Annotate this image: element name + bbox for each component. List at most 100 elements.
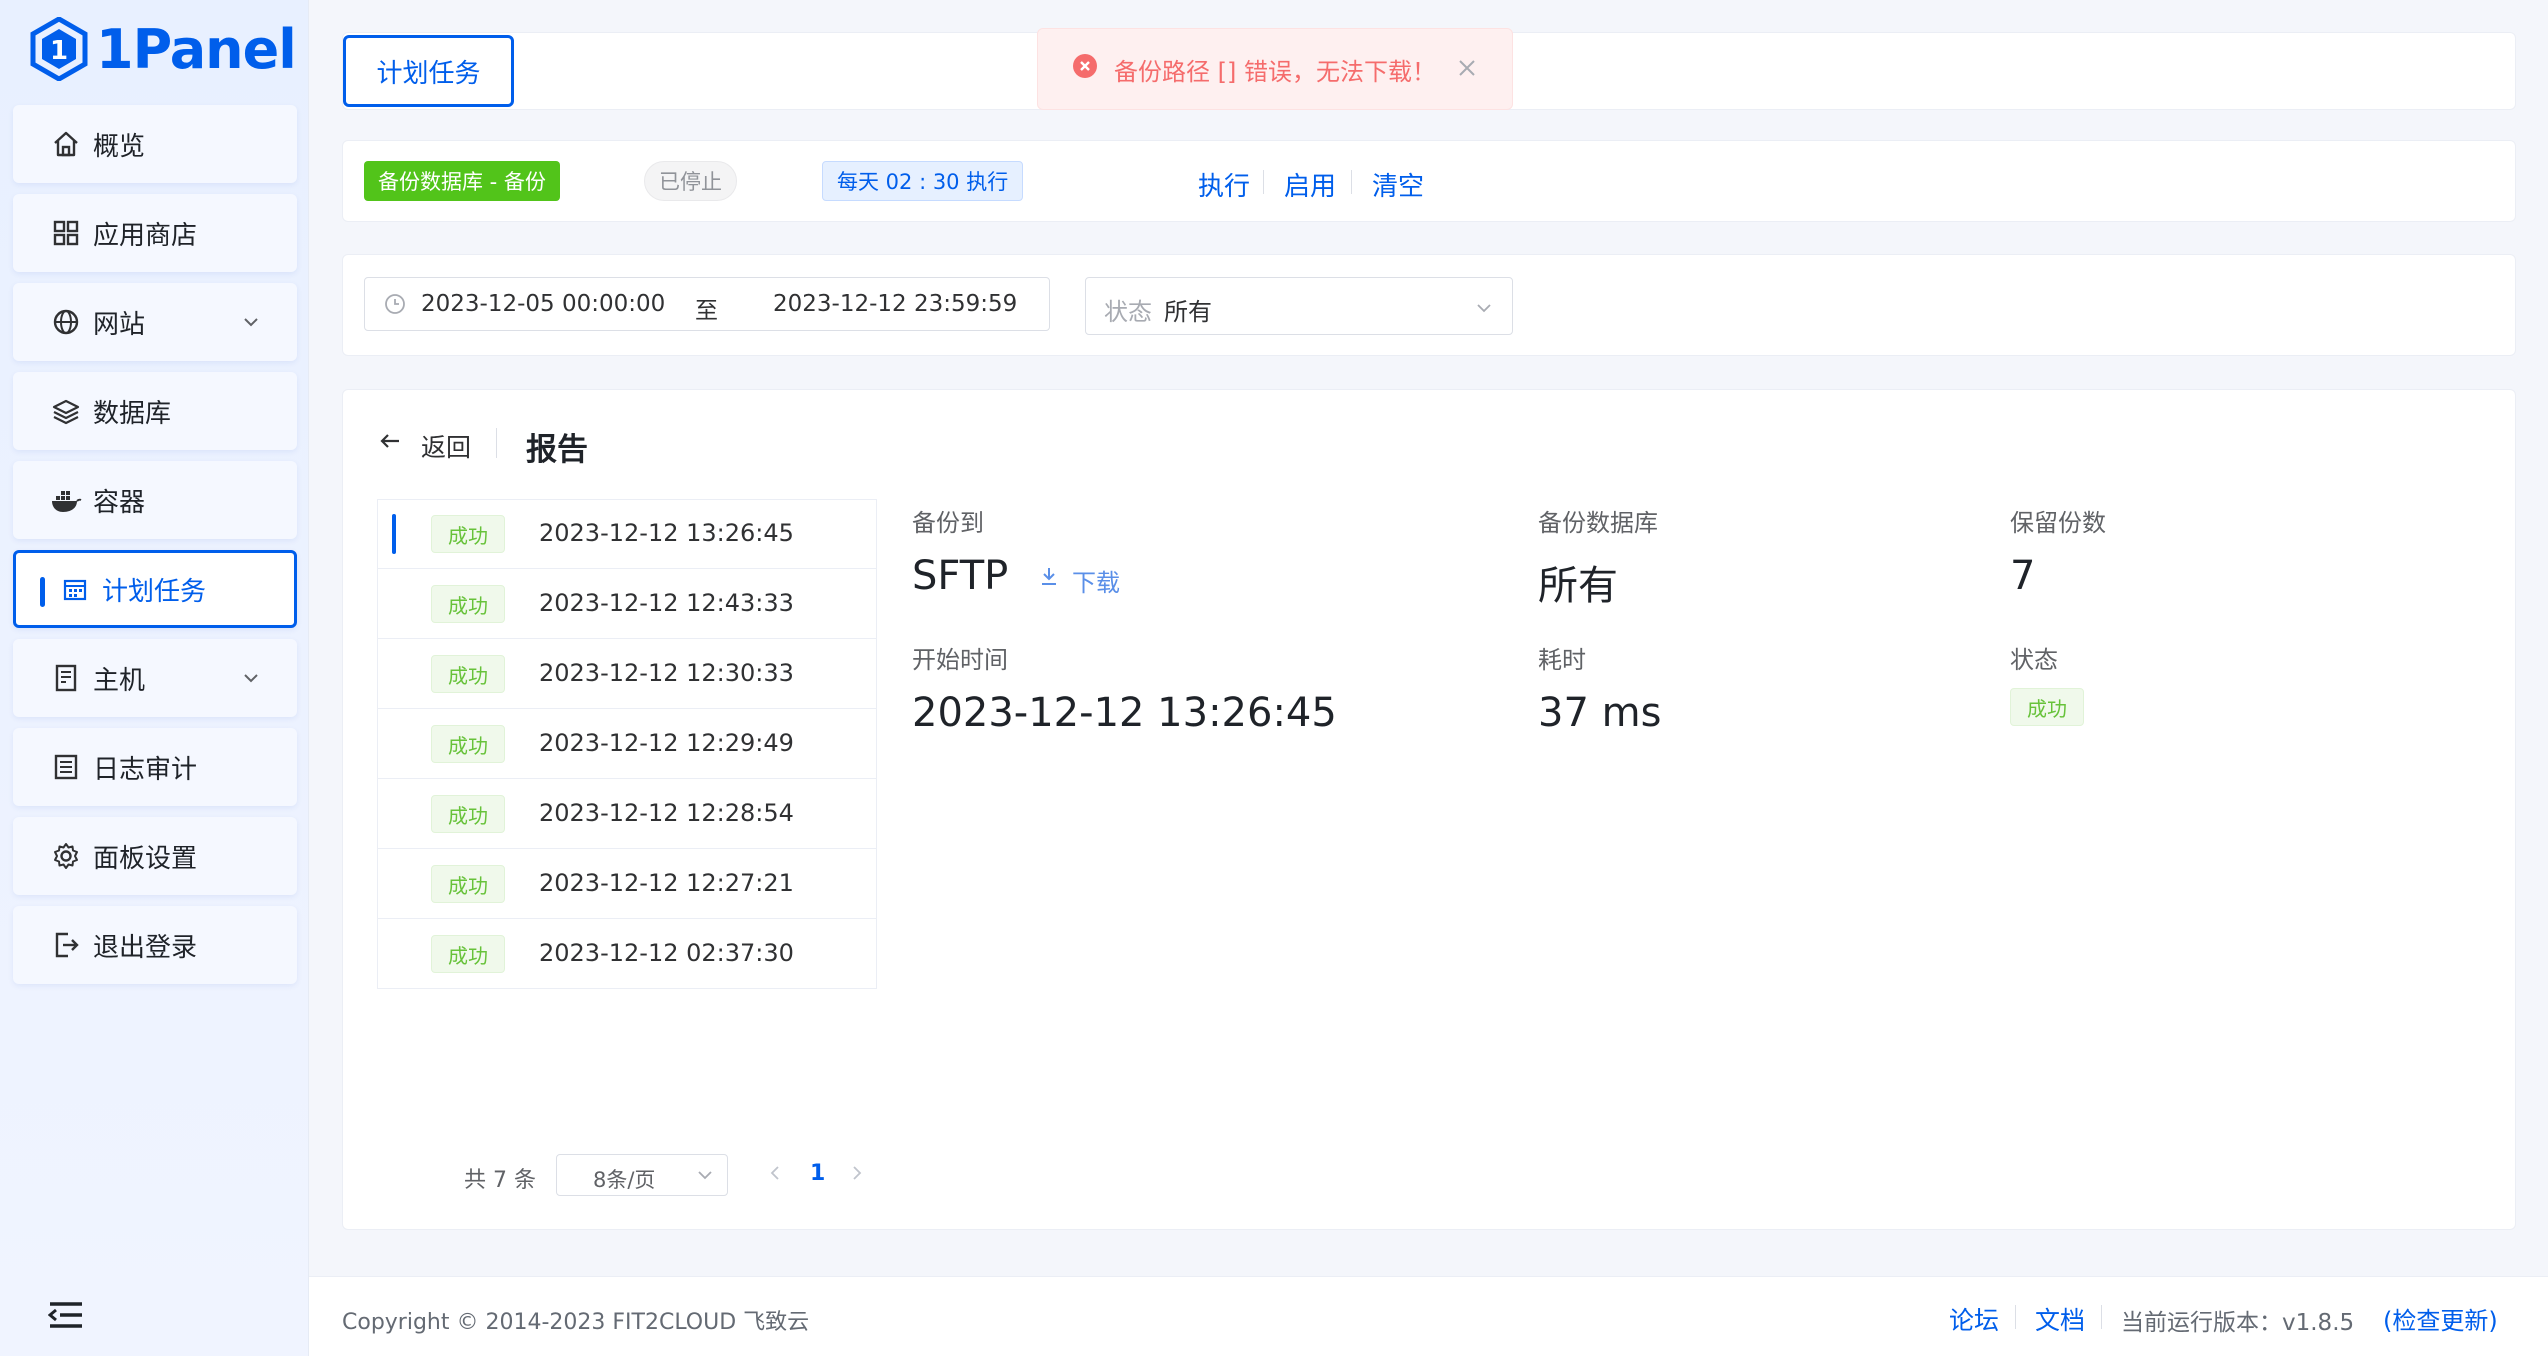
arrow-left-icon[interactable] xyxy=(377,428,403,458)
list-item[interactable]: 成功 2023-12-12 12:43:33 xyxy=(377,569,877,639)
error-toast: 备份路径 [] 错误，无法下载！ xyxy=(1037,28,1513,110)
sidebar-item-panel-settings[interactable]: 面板设置 xyxy=(13,817,297,895)
sidebar-item-cron-jobs[interactable]: 计划任务 xyxy=(13,550,297,628)
sidebar-item-log-audit[interactable]: 日志审计 xyxy=(13,728,297,806)
sidebar-item-label: 概览 xyxy=(93,131,146,162)
sidebar-item-label: 面板设置 xyxy=(93,843,198,874)
chevron-down-icon xyxy=(241,309,261,339)
chevron-down-icon xyxy=(241,665,261,695)
next-page-icon[interactable] xyxy=(848,1164,866,1186)
divider xyxy=(1263,170,1264,194)
selected-indicator xyxy=(392,514,396,554)
docs-link[interactable]: 文档 xyxy=(2035,1301,2085,1337)
record-time: 2023-12-12 12:28:54 xyxy=(539,799,794,827)
error-circle-icon xyxy=(1072,53,1098,85)
status-badge: 成功 xyxy=(431,515,505,553)
duration-label: 耗时 xyxy=(1538,646,1586,674)
status-select-value: 所有 xyxy=(1164,298,1212,326)
forum-link[interactable]: 论坛 xyxy=(1949,1301,1999,1337)
status-badge: 成功 xyxy=(431,655,505,693)
sidebar-item-label: 日志审计 xyxy=(93,754,198,785)
record-time: 2023-12-12 12:43:33 xyxy=(539,589,794,617)
status-badge: 成功 xyxy=(431,865,505,903)
server-icon xyxy=(49,661,83,695)
chevron-down-icon xyxy=(695,1165,715,1189)
task-status-tag: 已停止 xyxy=(644,161,737,201)
date-range-picker[interactable]: 2023-12-05 00:00:00 至 2023-12-12 23:59:5… xyxy=(364,277,1050,331)
sidebar: 1 1Panel 概览 应用商店 网站 数据库 容器 计划任务 主机 日志审计 … xyxy=(0,0,309,1356)
tab-cron-jobs[interactable]: 计划任务 xyxy=(343,35,514,107)
status-select-label: 状态 xyxy=(1104,298,1152,326)
sidebar-item-label: 容器 xyxy=(93,487,146,518)
sidebar-item-label: 数据库 xyxy=(93,398,172,429)
prev-page-icon[interactable] xyxy=(766,1164,784,1186)
sidebar-item-overview[interactable]: 概览 xyxy=(13,105,297,183)
calendar-icon xyxy=(58,572,92,606)
check-update-link[interactable]: (检查更新) xyxy=(2383,1301,2498,1336)
status-badge: 成功 xyxy=(431,935,505,973)
report-title: 报告 xyxy=(526,432,588,468)
page-size-select[interactable]: 8条/页 xyxy=(556,1154,728,1196)
record-time: 2023-12-12 13:26:45 xyxy=(539,519,794,547)
backup-to-label: 备份到 xyxy=(912,509,984,537)
sidebar-item-app-store[interactable]: 应用商店 xyxy=(13,194,297,272)
divider xyxy=(1351,170,1352,194)
list-item[interactable]: 成功 2023-12-12 12:30:33 xyxy=(377,639,877,709)
date-start[interactable]: 2023-12-05 00:00:00 xyxy=(421,291,665,317)
toast-message: 备份路径 [] 错误，无法下载！ xyxy=(1114,57,1436,86)
date-separator: 至 xyxy=(695,298,718,324)
status-label: 状态 xyxy=(2010,646,2058,674)
list-item[interactable]: 成功 2023-12-12 12:29:49 xyxy=(377,709,877,779)
status-badge: 成功 xyxy=(2010,688,2084,726)
sidebar-item-host[interactable]: 主机 xyxy=(13,639,297,717)
sidebar-item-label: 网站 xyxy=(93,309,146,340)
list-icon xyxy=(49,750,83,784)
clock-icon xyxy=(383,292,407,322)
task-schedule-tag: 每天 02 : 30 执行 xyxy=(822,161,1024,201)
duration-value: 37 ms xyxy=(1538,690,1662,736)
sidebar-item-container[interactable]: 容器 xyxy=(13,461,297,539)
execute-button[interactable]: 执行 xyxy=(1198,166,1250,203)
current-page[interactable]: 1 xyxy=(810,1161,825,1186)
retain-value: 7 xyxy=(2010,553,2036,599)
record-time: 2023-12-12 12:27:21 xyxy=(539,869,794,897)
enable-button[interactable]: 启用 xyxy=(1284,166,1336,203)
home-icon xyxy=(49,127,83,161)
download-icon[interactable] xyxy=(1038,565,1060,591)
retain-label: 保留份数 xyxy=(2010,509,2106,537)
list-item[interactable]: 成功 2023-12-12 02:37:30 xyxy=(377,919,877,989)
sidebar-item-website[interactable]: 网站 xyxy=(13,283,297,361)
list-item[interactable]: 成功 2023-12-12 12:28:54 xyxy=(377,779,877,849)
sidebar-item-label: 计划任务 xyxy=(102,576,207,607)
collapse-menu-icon[interactable] xyxy=(47,1300,84,1334)
sidebar-item-logout[interactable]: 退出登录 xyxy=(13,906,297,984)
active-indicator xyxy=(40,577,45,607)
sidebar-item-label: 主机 xyxy=(93,665,146,696)
sidebar-item-database[interactable]: 数据库 xyxy=(13,372,297,450)
clear-button[interactable]: 清空 xyxy=(1372,166,1424,203)
close-icon[interactable] xyxy=(1456,57,1478,85)
record-time: 2023-12-12 12:30:33 xyxy=(539,659,794,687)
record-time: 2023-12-12 12:29:49 xyxy=(539,729,794,757)
back-button[interactable]: 返回 xyxy=(421,428,471,464)
list-item[interactable]: 成功 2023-12-12 12:27:21 xyxy=(377,849,877,919)
record-time: 2023-12-12 02:37:30 xyxy=(539,939,794,967)
footer: Copyright © 2014-2023 FIT2CLOUD 飞致云 论坛 文… xyxy=(309,1276,2548,1356)
pagination-total: 共 7 条 xyxy=(464,1168,536,1193)
logo-text: 1Panel xyxy=(96,17,297,81)
globe-icon xyxy=(49,305,83,339)
backup-to-value: SFTP xyxy=(912,553,1009,599)
download-link[interactable]: 下载 xyxy=(1072,563,1120,598)
logo[interactable]: 1 1Panel xyxy=(28,14,297,84)
list-item[interactable]: 成功 2023-12-12 13:26:45 xyxy=(377,499,877,569)
docker-icon xyxy=(49,483,83,517)
start-time-label: 开始时间 xyxy=(912,646,1008,674)
layers-icon xyxy=(49,394,83,428)
chevron-down-icon xyxy=(1474,296,1494,324)
status-select[interactable]: 状态 所有 xyxy=(1085,277,1513,335)
date-end[interactable]: 2023-12-12 23:59:59 xyxy=(773,291,1017,317)
database-label: 备份数据库 xyxy=(1538,509,1658,537)
status-badge: 成功 xyxy=(431,585,505,623)
start-time-value: 2023-12-12 13:26:45 xyxy=(912,690,1337,736)
database-value: 所有 xyxy=(1538,563,1618,609)
